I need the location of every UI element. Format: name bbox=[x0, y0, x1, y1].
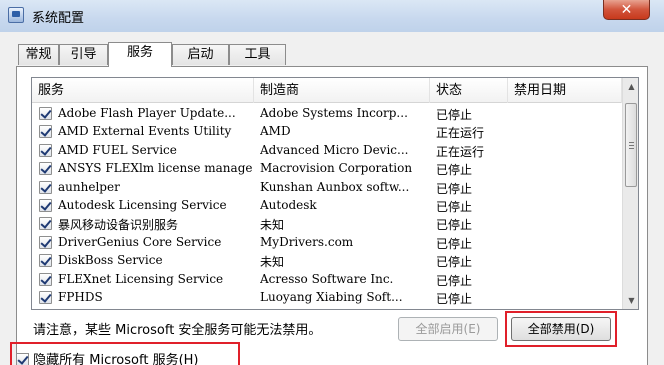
service-name: Adobe Flash Player Update... bbox=[58, 106, 236, 120]
service-name: ANSYS FLEXlm license manager bbox=[58, 161, 252, 176]
service-name: 暴风移动设备识别服务 bbox=[58, 218, 179, 233]
column-header-disabled-date[interactable]: 禁用日期 bbox=[508, 78, 622, 103]
service-manufacturer: Luoyang Xiabing Soft... bbox=[260, 290, 403, 304]
service-manufacturer: Advanced Micro Devic... bbox=[260, 142, 409, 157]
column-header-status[interactable]: 状态 bbox=[430, 78, 508, 103]
service-checkbox[interactable] bbox=[39, 235, 52, 249]
tab-startup[interactable]: 启动 bbox=[172, 44, 229, 65]
service-checkbox[interactable] bbox=[39, 217, 52, 231]
service-status: 已停止 bbox=[436, 292, 473, 306]
scroll-down-icon[interactable]: ▼ bbox=[623, 292, 638, 309]
tab-tools[interactable]: 工具 bbox=[229, 44, 286, 65]
service-checkbox[interactable] bbox=[39, 199, 52, 212]
service-status: 正在运行 bbox=[436, 144, 485, 159]
service-status: 已停止 bbox=[436, 200, 473, 214]
service-status: 已停止 bbox=[436, 163, 473, 178]
service-name: Autodesk Licensing Service bbox=[58, 198, 227, 212]
column-header-manufacturer[interactable]: 制造商 bbox=[254, 78, 430, 103]
service-status: 已停止 bbox=[436, 181, 473, 196]
service-manufacturer: 未知 bbox=[260, 218, 285, 233]
service-status: 已停止 bbox=[436, 255, 473, 270]
list-header: 服务 制造商 状态 禁用日期 bbox=[32, 78, 622, 103]
service-checkbox[interactable] bbox=[39, 180, 52, 194]
services-list[interactable]: 服务 制造商 状态 禁用日期 Adobe Flash Player Update… bbox=[31, 77, 639, 310]
service-checkbox[interactable] bbox=[39, 272, 52, 286]
service-row[interactable]: AMD External Events Utility AMD 正在运行 bbox=[32, 123, 622, 141]
service-manufacturer: Acresso Software Inc. bbox=[260, 271, 394, 286]
scroll-up-icon[interactable]: ▲ bbox=[623, 78, 638, 95]
service-row[interactable]: Autodesk Licensing Service Autodesk 已停止 bbox=[32, 197, 622, 215]
service-row[interactable]: Adobe Flash Player Update... Adobe System… bbox=[32, 105, 622, 123]
service-name: aunhelper bbox=[58, 179, 120, 194]
service-manufacturer: Adobe Systems Incorp... bbox=[260, 106, 408, 120]
close-button[interactable]: ✕ bbox=[603, 0, 650, 20]
service-checkbox[interactable] bbox=[39, 107, 52, 120]
service-row[interactable]: aunhelper Kunshan Aunbox softw... 已停止 bbox=[32, 179, 622, 197]
service-name: DriverGenius Core Service bbox=[58, 234, 222, 249]
service-checkbox[interactable] bbox=[39, 291, 52, 304]
service-row[interactable]: DriverGenius Core Service MyDrivers.com 已停… bbox=[32, 234, 622, 252]
service-row[interactable]: FPHDS Luoyang Xiabing Soft... 已停止 bbox=[32, 289, 622, 307]
tab-boot[interactable]: 引导 bbox=[59, 44, 108, 65]
security-notice: 请注意，某些 Microsoft 安全服务可能无法禁用。 bbox=[33, 323, 322, 338]
service-status: 已停止 bbox=[436, 108, 473, 122]
window-title: 系统配置 bbox=[32, 11, 85, 26]
service-checkbox[interactable] bbox=[39, 162, 52, 176]
vertical-scrollbar[interactable]: ▲ ▼ bbox=[622, 78, 638, 309]
highlight-box-hide-ms bbox=[10, 342, 240, 365]
service-name: DiskBoss Service bbox=[58, 253, 163, 268]
service-row[interactable]: DiskBoss Service 未知 已停止 bbox=[32, 252, 622, 270]
title-bar: 系统配置 ✕ bbox=[0, 0, 664, 32]
service-status: 已停止 bbox=[436, 273, 473, 288]
service-row[interactable]: AMD FUEL Service Advanced Micro Devic... 正… bbox=[32, 142, 622, 160]
enable-all-button[interactable]: 全部启用(E) bbox=[398, 317, 498, 341]
service-row[interactable]: ANSYS FLEXlm license manager Macrovision … bbox=[32, 160, 622, 178]
service-status: 已停止 bbox=[436, 218, 473, 233]
tab-services[interactable]: 服务 bbox=[108, 42, 172, 67]
service-manufacturer: 未知 bbox=[260, 255, 285, 270]
system-config-icon bbox=[8, 7, 24, 23]
dialog-body: 常规 引导 服务 启动 工具 服务 制造商 状态 禁用日期 Adobe Flas… bbox=[0, 32, 664, 365]
service-row[interactable]: 暴风移动设备识别服务 未知 已停止 bbox=[32, 215, 622, 233]
service-manufacturer: Macrovision Corporation bbox=[260, 161, 413, 176]
highlight-box-disable-all bbox=[505, 311, 617, 347]
service-manufacturer: MyDrivers.com bbox=[260, 234, 354, 249]
service-name: AMD FUEL Service bbox=[58, 142, 177, 157]
service-manufacturer: AMD bbox=[260, 124, 291, 139]
service-checkbox[interactable] bbox=[39, 125, 52, 139]
services-panel: 服务 制造商 状态 禁用日期 Adobe Flash Player Update… bbox=[16, 66, 648, 365]
service-manufacturer: Autodesk bbox=[260, 198, 317, 212]
column-header-service[interactable]: 服务 bbox=[32, 78, 254, 103]
service-name: FLEXnet Licensing Service bbox=[58, 271, 224, 286]
service-checkbox[interactable] bbox=[39, 254, 52, 268]
service-name: AMD External Events Utility bbox=[58, 124, 232, 139]
tab-general[interactable]: 常规 bbox=[18, 44, 59, 65]
service-status: 正在运行 bbox=[436, 126, 485, 141]
service-row[interactable]: FLEXnet Licensing Service Acresso Softwar… bbox=[32, 271, 622, 289]
service-checkbox[interactable] bbox=[39, 143, 52, 157]
grip-icon bbox=[629, 142, 634, 149]
scroll-thumb[interactable] bbox=[625, 103, 637, 187]
service-manufacturer: Kunshan Aunbox softw... bbox=[260, 179, 410, 194]
service-status: 已停止 bbox=[436, 236, 473, 251]
service-name: FPHDS bbox=[58, 290, 103, 304]
